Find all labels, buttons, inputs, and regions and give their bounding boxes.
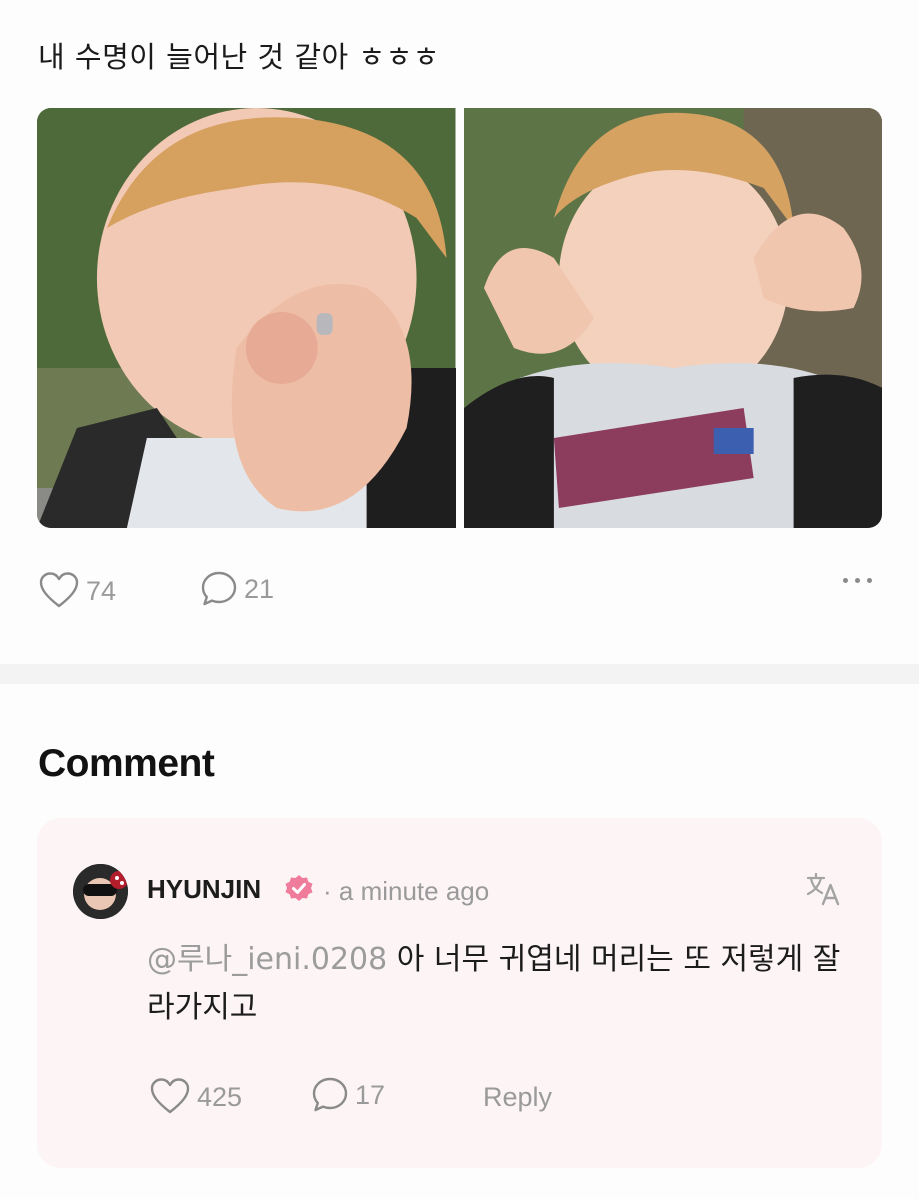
avatar[interactable] [73, 864, 128, 919]
comment-like-button[interactable]: 425 [149, 1076, 242, 1118]
reply-button[interactable]: Reply [483, 1082, 552, 1113]
comment-reply-count-button[interactable]: 17 [311, 1076, 385, 1114]
post-comment-button[interactable]: 21 [200, 570, 274, 608]
post-comment-count: 21 [244, 573, 275, 604]
post-actions: 74 21 [38, 570, 880, 616]
post-detail-page: 내 수명이 늘어난 것 같아 ㅎㅎㅎ 74 21 Comment HYUNJIN… [0, 0, 919, 1199]
comment-like-count: 425 [197, 1081, 243, 1112]
post-photo-2[interactable] [463, 108, 882, 528]
post-text: 내 수명이 늘어난 것 같아 ㅎㅎㅎ [38, 40, 440, 74]
section-divider [0, 664, 919, 684]
comment-card: HYUNJIN · a minute ago @루나_ieni.0208 아 너… [37, 818, 882, 1168]
heart-icon [150, 1078, 190, 1114]
post-like-button[interactable]: 74 [38, 570, 116, 612]
comment-reply-count: 17 [355, 1079, 386, 1110]
post-photo-1[interactable] [37, 108, 456, 528]
speech-bubble-icon [201, 571, 237, 606]
comment-timestamp: · a minute ago [323, 876, 490, 906]
comment-text: @루나_ieni.0208 아 너무 귀엽네 머리는 또 저렇게 잘라가지고 [147, 936, 847, 1032]
comment-author[interactable]: HYUNJIN [147, 874, 261, 905]
comment-actions: 425 17 Reply [149, 1076, 849, 1122]
post-like-count: 74 [86, 575, 117, 606]
more-options-button[interactable] [843, 578, 872, 583]
more-dots-icon [843, 578, 848, 583]
speech-bubble-icon [312, 1077, 348, 1112]
heart-icon [39, 572, 79, 608]
comments-heading: Comment [38, 742, 215, 785]
verified-badge-icon [285, 875, 313, 901]
mention-link[interactable]: @루나_ieni.0208 [147, 942, 387, 977]
photo-gallery [37, 108, 882, 528]
translate-icon[interactable] [804, 870, 842, 908]
